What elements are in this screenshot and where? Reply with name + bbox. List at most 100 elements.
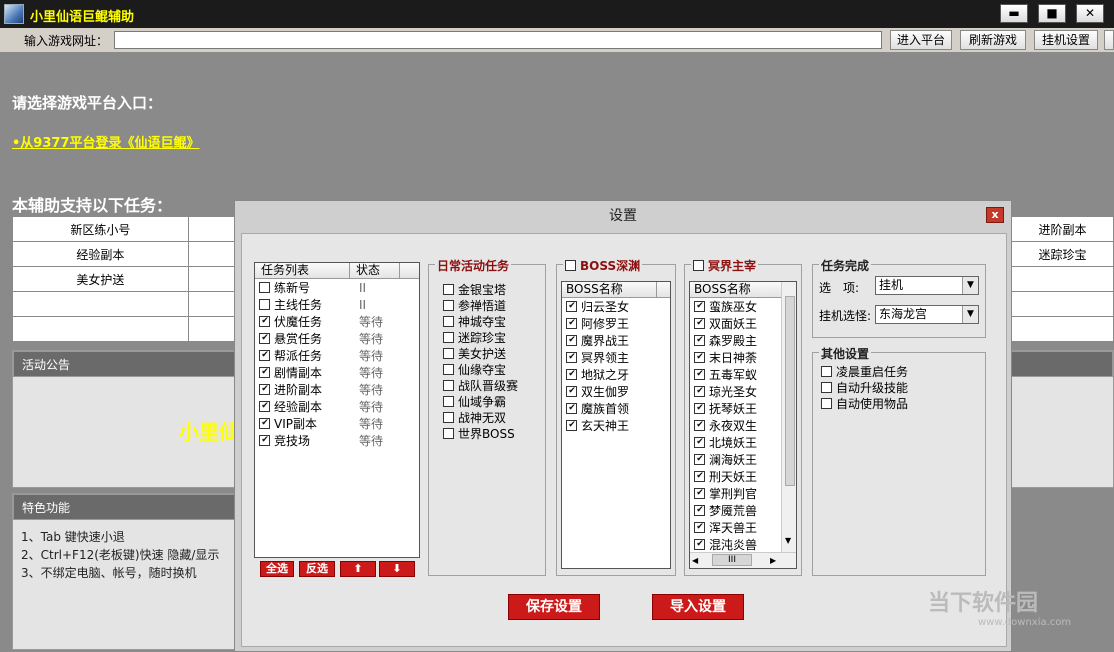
checkbox[interactable] (443, 380, 454, 391)
boss-list-item[interactable]: 北境妖王 (694, 435, 757, 452)
boss-list-item[interactable]: 澜海妖王 (694, 452, 757, 469)
boss-abyss-list[interactable]: BOSS名称 归云圣女阿修罗王魔界战王冥界领主地狱之牙双生伽罗魔族首领玄天神王 (561, 281, 671, 569)
task-checkbox[interactable] (259, 401, 270, 412)
boss-list-item[interactable]: 掌刑判官 (694, 486, 757, 503)
boss-checkbox[interactable] (694, 386, 705, 397)
boss-list-item[interactable]: 地狱之牙 (566, 367, 629, 384)
close-button[interactable]: ✕ (1076, 4, 1104, 23)
boss-list-item[interactable]: 魔族首领 (566, 401, 629, 418)
daily-task-checkbox[interactable]: 参禅悟道 (443, 297, 506, 314)
daily-task-checkbox[interactable]: 金银宝塔 (443, 281, 506, 298)
task-checkbox[interactable] (259, 299, 270, 310)
checkbox[interactable] (821, 398, 832, 409)
checkbox[interactable] (443, 348, 454, 359)
checkbox[interactable] (443, 284, 454, 295)
checkbox[interactable] (821, 382, 832, 393)
boss-checkbox[interactable] (566, 301, 577, 312)
task-checkbox[interactable] (259, 384, 270, 395)
boss-checkbox[interactable] (566, 318, 577, 329)
boss-list-item[interactable]: 刑天妖王 (694, 469, 757, 486)
boss-checkbox[interactable] (694, 369, 705, 380)
boss-list-item[interactable]: 抚琴妖王 (694, 401, 757, 418)
boss-list-item[interactable]: 冥界领主 (566, 350, 629, 367)
daily-task-checkbox[interactable]: 美女护送 (443, 345, 506, 362)
task-checkbox[interactable] (259, 418, 270, 429)
url-input[interactable] (114, 31, 882, 49)
boss-checkbox[interactable] (694, 505, 705, 516)
boss-checkbox[interactable] (694, 335, 705, 346)
boss-checkbox[interactable] (694, 488, 705, 499)
netherworld-vscrollbar[interactable]: ▼ (781, 282, 796, 552)
boss-checkbox[interactable] (566, 352, 577, 363)
daily-task-checkbox[interactable]: 迷踪珍宝 (443, 329, 506, 346)
checkbox[interactable] (443, 412, 454, 423)
task-list-item[interactable]: VIP副本 等待 (259, 416, 419, 433)
netherworld-title[interactable]: 冥界主宰 (691, 257, 759, 274)
boss-list-item[interactable]: 琼光圣女 (694, 384, 757, 401)
task-checkbox[interactable] (259, 350, 270, 361)
dialog-close-button[interactable]: x (986, 207, 1004, 223)
daily-task-checkbox[interactable]: 世界BOSS (443, 425, 515, 442)
move-up-button[interactable]: ⬆ (340, 561, 376, 577)
save-settings-button[interactable]: 保存设置 (508, 594, 600, 620)
boss-checkbox[interactable] (566, 403, 577, 414)
checkbox[interactable] (443, 428, 454, 439)
boss-list-item[interactable]: 五毒军蚁 (694, 367, 757, 384)
task-list-item[interactable]: 经验副本 等待 (259, 399, 419, 416)
boss-list-item[interactable]: 蛮族巫女 (694, 299, 757, 316)
idle-monster-select[interactable]: 东海龙宫 ▼ (875, 305, 979, 324)
boss-checkbox[interactable] (694, 403, 705, 414)
task-list-item[interactable]: 剧情副本 等待 (259, 365, 419, 382)
boss-checkbox[interactable] (694, 301, 705, 312)
boss-checkbox[interactable] (694, 420, 705, 431)
boss-checkbox[interactable] (566, 335, 577, 346)
task-list-item[interactable]: 伏魔任务 等待 (259, 314, 419, 331)
task-list-item[interactable]: 练新号 II (259, 280, 419, 297)
checkbox[interactable] (443, 316, 454, 327)
boss-checkbox[interactable] (694, 454, 705, 465)
task-list-item[interactable]: 帮派任务 等待 (259, 348, 419, 365)
refresh-game-button[interactable]: 刷新游戏 (960, 30, 1026, 50)
task-checkbox[interactable] (259, 333, 270, 344)
boss-checkbox[interactable] (566, 369, 577, 380)
daily-task-checkbox[interactable]: 战队晋级赛 (443, 377, 518, 394)
boss-list-item[interactable]: 玄天神王 (566, 418, 629, 435)
checkbox[interactable] (443, 396, 454, 407)
checkbox[interactable] (443, 300, 454, 311)
enter-platform-button[interactable]: 进入平台 (890, 30, 952, 50)
move-down-button[interactable]: ⬇ (379, 561, 415, 577)
task-checkbox[interactable] (259, 282, 270, 293)
idle-settings-button[interactable]: 挂机设置 (1034, 30, 1098, 50)
daily-task-checkbox[interactable]: 神城夺宝 (443, 313, 506, 330)
boss-checkbox[interactable] (694, 318, 705, 329)
boss-list-item[interactable]: 双生伽罗 (566, 384, 629, 401)
minimize-button[interactable]: ▬ (1000, 4, 1028, 23)
daily-task-checkbox[interactable]: 仙域争霸 (443, 393, 506, 410)
boss-list-item[interactable]: 浑天兽王 (694, 520, 757, 537)
daily-task-checkbox[interactable]: 战神无双 (443, 409, 506, 426)
boss-checkbox[interactable] (694, 539, 705, 550)
boss-list-item[interactable]: 梦魇荒兽 (694, 503, 757, 520)
boss-list-item[interactable]: 阿修罗王 (566, 316, 629, 333)
boss-checkbox[interactable] (694, 522, 705, 533)
other-setting-checkbox[interactable]: 自动升级技能 (821, 379, 908, 396)
invert-selection-button[interactable]: 反选 (299, 561, 335, 577)
boss-checkbox[interactable] (694, 437, 705, 448)
boss-checkbox[interactable] (694, 471, 705, 482)
daily-task-checkbox[interactable]: 仙缘夺宝 (443, 361, 506, 378)
select-all-button[interactable]: 全选 (260, 561, 294, 577)
task-list-item[interactable]: 悬赏任务 等待 (259, 331, 419, 348)
import-settings-button[interactable]: 导入设置 (652, 594, 744, 620)
boss-list-item[interactable]: 归云圣女 (566, 299, 629, 316)
task-list-item[interactable]: 进阶副本 等待 (259, 382, 419, 399)
scroll-down-arrow-icon[interactable]: ▼ (785, 536, 791, 545)
option-select[interactable]: 挂机 ▼ (875, 276, 979, 295)
boss-list-item[interactable]: 双面妖王 (694, 316, 757, 333)
netherworld-list[interactable]: BOSS名称 蛮族巫女双面妖王森罗殿主末日神荼五毒军蚁琼光圣女抚琴妖王永夜双生北… (689, 281, 797, 569)
task-checkbox[interactable] (259, 435, 270, 446)
boss-checkbox[interactable] (566, 420, 577, 431)
checkbox[interactable] (443, 364, 454, 375)
task-checkbox[interactable] (259, 367, 270, 378)
task-checkbox[interactable] (259, 316, 270, 327)
platform-entry-link[interactable]: •从9377平台登录《仙语巨鲲》 (12, 132, 200, 151)
